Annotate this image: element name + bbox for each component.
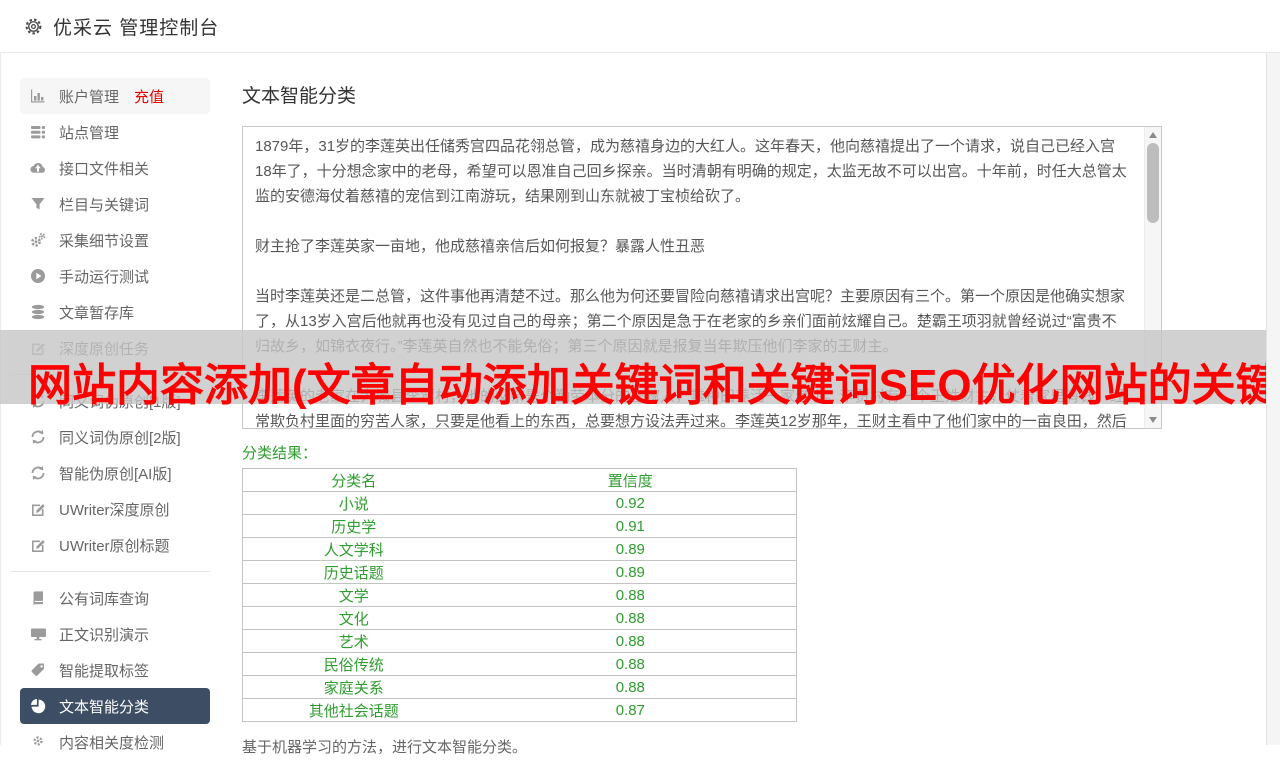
confidence-cell: 0.92: [464, 491, 797, 515]
table-row: 历史话题 0.89: [242, 560, 797, 584]
category-cell: 人文学科: [242, 537, 465, 561]
sidebar-divider: [10, 571, 210, 572]
sidebar-item-collection-settings[interactable]: 采集细节设置: [20, 222, 210, 258]
sidebar-item-label: 账户管理: [59, 88, 120, 106]
sidebar-item-uwriter-original-title[interactable]: UWriter原创标题: [20, 527, 210, 563]
sidebar-item-label: 文本智能分类: [59, 698, 150, 716]
sidebar-item-columns-keywords[interactable]: 栏目与关键词: [20, 186, 210, 222]
confidence-cell: 0.87: [464, 698, 797, 722]
sidebar-item-text-classification[interactable]: 文本智能分类: [20, 688, 210, 724]
monitor-icon: [30, 626, 46, 642]
confidence-cell: 0.88: [464, 606, 797, 630]
confidence-cell: 0.91: [464, 514, 797, 538]
confidence-cell: 0.88: [464, 652, 797, 676]
category-cell: 民俗传统: [242, 652, 465, 676]
category-cell: 艺术: [242, 629, 465, 653]
input-paragraph: 财主抢了李莲英家一亩地，他成慈禧亲信后如何报复？暴露人性丑恶: [255, 238, 706, 255]
refresh-icon: [30, 465, 46, 481]
category-cell: 其他社会话题: [242, 698, 465, 722]
confidence-cell: 0.89: [464, 537, 797, 561]
sidebar-item-uwriter-deep-original[interactable]: UWriter深度原创: [20, 491, 210, 527]
category-cell: 小说: [242, 491, 465, 515]
sidebar-item-content-recognition-demo[interactable]: 正文识别演示: [20, 616, 210, 652]
classification-results-table: 分类名 置信度 小说 0.92 历史学 0.91 人文学科 0.89 历史话题 0.89…: [242, 468, 797, 722]
sidebar-item-article-staging[interactable]: 文章暂存库: [20, 294, 210, 330]
sidebar-item-label: 同义词伪原创[2版]: [59, 429, 181, 447]
sidebar-item-synonym-rewrite-v2[interactable]: 同义词伪原创[2版]: [20, 419, 210, 455]
scroll-down-icon[interactable]: [1145, 413, 1161, 427]
gear-icon[interactable]: [24, 17, 43, 36]
table-row: 文化 0.88: [242, 606, 797, 630]
sidebar-item-content-relevance-detection[interactable]: 内容相关度检测: [20, 724, 210, 760]
table-row: 艺术 0.88: [242, 629, 797, 653]
table-row: 小说 0.92: [242, 491, 797, 515]
sidebar-item-label: 接口文件相关: [59, 160, 150, 178]
page-scrollbar[interactable]: [1266, 53, 1280, 745]
category-cell: 文学: [242, 583, 465, 607]
play-icon: [30, 268, 46, 284]
sidebar-item-label: 智能提取标签: [59, 662, 150, 680]
sidebar-item-label: 智能伪原创[AI版]: [59, 465, 172, 483]
table-row: 其他社会话题 0.87: [242, 698, 797, 722]
relevance-icon: [30, 734, 46, 750]
column-header-category: 分类名: [242, 468, 465, 492]
table-row: 民俗传统 0.88: [242, 652, 797, 676]
sidebar-item-site-management[interactable]: 站点管理: [20, 114, 210, 150]
table-row: 家庭关系 0.88: [242, 675, 797, 699]
page-title: 文本智能分类: [242, 86, 357, 107]
confidence-cell: 0.88: [464, 675, 797, 699]
sidebar-item-label: 内容相关度检测: [59, 734, 165, 752]
filter-icon: [30, 196, 46, 212]
table-header-row: 分类名 置信度: [242, 468, 797, 492]
gears-icon: [30, 232, 46, 248]
sidebar-item-label: 栏目与关键词: [59, 196, 150, 214]
column-header-confidence: 置信度: [464, 468, 797, 492]
tag-icon: [30, 662, 46, 678]
table-row: 历史学 0.91: [242, 514, 797, 538]
category-cell: 历史话题: [242, 560, 465, 584]
bar-chart-icon: [30, 88, 46, 104]
scroll-up-icon[interactable]: [1145, 128, 1161, 142]
sidebar-item-smart-tag-extraction[interactable]: 智能提取标签: [20, 652, 210, 688]
confidence-cell: 0.89: [464, 560, 797, 584]
sidebar-item-label: 文章暂存库: [59, 304, 135, 322]
sidebar-item-label: 采集细节设置: [59, 232, 150, 250]
edit-icon: [30, 537, 46, 553]
server-icon: [30, 124, 46, 140]
sidebar-item-interface-files[interactable]: 接口文件相关: [20, 150, 210, 186]
sidebar-item-ai-rewrite[interactable]: 智能伪原创[AI版]: [20, 455, 210, 491]
sidebar-item-label: UWriter深度原创: [59, 501, 170, 519]
sidebar-item-label: 站点管理: [59, 124, 120, 142]
pie-chart-icon: [30, 698, 46, 714]
app-title: 优采云 管理控制台: [53, 17, 220, 39]
cloud-upload-icon: [30, 160, 46, 176]
table-row: 文学 0.88: [242, 583, 797, 607]
sidebar-item-label: 手动运行测试: [59, 268, 150, 286]
category-cell: 家庭关系: [242, 675, 465, 699]
recharge-link[interactable]: 充值: [134, 86, 164, 107]
database-icon: [30, 304, 46, 320]
sidebar-item-manual-run-test[interactable]: 手动运行测试: [20, 258, 210, 294]
refresh-icon: [30, 429, 46, 445]
confidence-cell: 0.88: [464, 583, 797, 607]
description-text: 基于机器学习的方法，进行文本智能分类。: [242, 739, 528, 756]
table-row: 人文学科 0.89: [242, 537, 797, 561]
category-cell: 历史学: [242, 514, 465, 538]
watermark-text: 网站内容添加(文章自动添加关键词和关键词SEO优化网站的关键: [28, 361, 1280, 410]
sidebar-item-account-management[interactable]: 账户管理 充值: [20, 78, 210, 114]
app-header: 优采云 管理控制台: [0, 0, 1280, 53]
sidebar-item-label: 公有词库查询: [59, 590, 150, 608]
input-paragraph: 1879年，31岁的李莲英出任储秀宫四品花翎总管，成为慈禧身边的大红人。这年春天…: [255, 138, 1127, 205]
sidebar-item-public-dictionary-query[interactable]: 公有词库查询: [20, 580, 210, 616]
sidebar-item-label: 正文识别演示: [59, 626, 150, 644]
sidebar-item-label: UWriter原创标题: [59, 537, 170, 555]
category-cell: 文化: [242, 606, 465, 630]
result-label: 分类结果：: [242, 445, 318, 462]
scrollbar-thumb[interactable]: [1147, 143, 1159, 223]
confidence-cell: 0.88: [464, 629, 797, 653]
book-icon: [30, 590, 46, 606]
edit-icon: [30, 501, 46, 517]
